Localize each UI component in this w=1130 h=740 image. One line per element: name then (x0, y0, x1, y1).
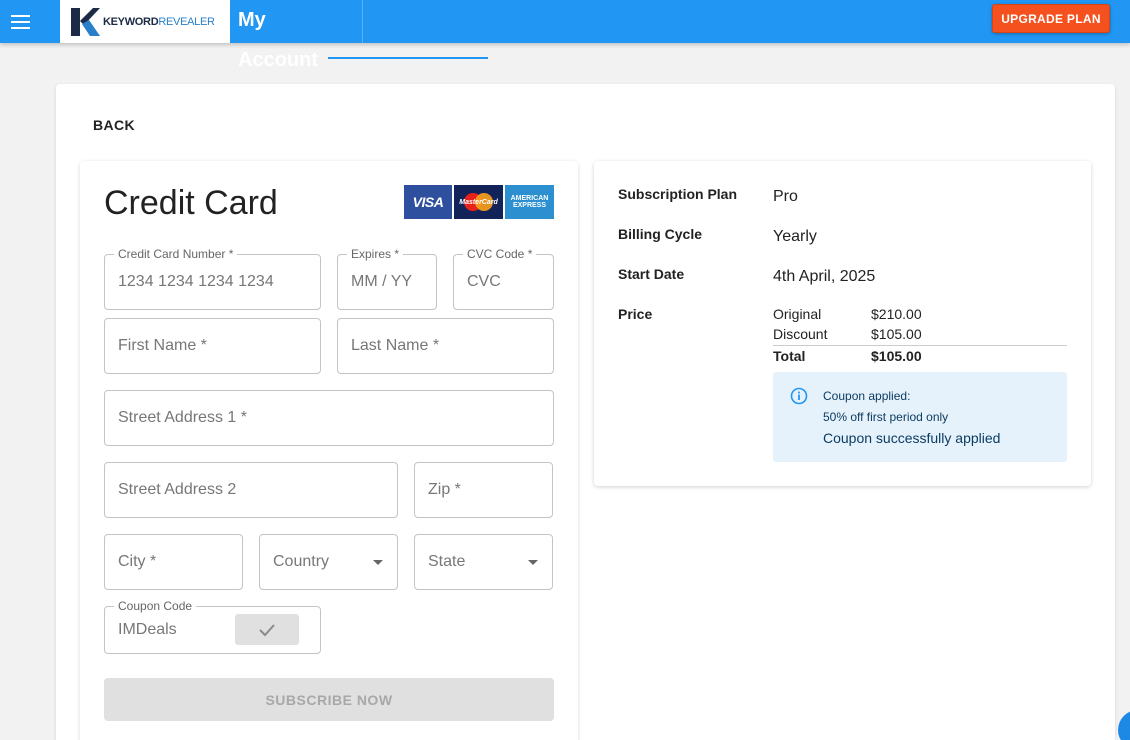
amex-logo-icon: AMERICAN EXPRESS (505, 185, 554, 219)
total-value: $105.00 (871, 348, 922, 364)
coupon-code-value: IMDeals (118, 621, 177, 638)
card-number-field[interactable]: Credit Card Number * 1234 1234 1234 1234 (104, 247, 321, 310)
coupon-offer-text: 50% off first period only (823, 410, 949, 424)
cvc-label: CVC Code * (463, 247, 537, 261)
state-select[interactable]: State (414, 534, 553, 590)
logo[interactable]: KEYWORDREVEALER (60, 0, 230, 43)
discount-value: $105.00 (871, 326, 922, 342)
last-name-field[interactable]: Last Name * (337, 318, 554, 374)
logo-text: KEYWORDREVEALER (103, 15, 215, 28)
page-title: My Account (238, 0, 363, 71)
start-date-label: Start Date (618, 266, 685, 282)
discount-label: Discount (773, 326, 828, 342)
chevron-down-icon (373, 560, 383, 565)
card-number-label: Credit Card Number * (114, 247, 238, 261)
street-address-2-field[interactable]: Street Address 2 (104, 462, 398, 518)
cvc-placeholder: CVC (467, 273, 501, 290)
start-date-value: 4th April, 2025 (773, 268, 876, 285)
menu-icon[interactable] (0, 0, 40, 43)
total-label: Total (773, 348, 806, 364)
billing-cycle-label: Billing Cycle (618, 226, 703, 242)
plan-label: Subscription Plan (618, 186, 738, 202)
price-divider (773, 345, 1067, 346)
last-name-placeholder: Last Name * (351, 337, 440, 354)
street-address-2-placeholder: Street Address 2 (118, 481, 237, 498)
expires-field[interactable]: Expires * MM / YY (337, 247, 437, 310)
city-field[interactable]: City * (104, 534, 243, 590)
zip-placeholder: Zip * (428, 481, 461, 498)
chat-button[interactable] (1118, 710, 1130, 740)
form-title: Credit Card (104, 184, 278, 222)
chevron-down-icon (528, 560, 538, 565)
tab-indicator (328, 57, 488, 59)
first-name-field[interactable]: First Name * (104, 318, 321, 374)
expires-placeholder: MM / YY (351, 273, 413, 290)
first-name-placeholder: First Name * (118, 337, 207, 354)
visa-logo-icon: VISA (404, 185, 452, 219)
price-label: Price (618, 306, 653, 322)
country-select[interactable]: Country (259, 534, 398, 590)
billing-cycle-value: Yearly (773, 228, 817, 245)
coupon-applied-text: Coupon applied: (823, 389, 911, 403)
original-price-label: Original (773, 306, 822, 322)
back-button[interactable]: BACK (93, 117, 135, 133)
plan-value: Pro (773, 188, 798, 205)
cvc-field[interactable]: CVC Code * CVC (453, 247, 554, 310)
street-address-1-placeholder: Street Address 1 * (118, 409, 247, 426)
city-placeholder: City * (118, 553, 157, 570)
keyword-revealer-logo-icon (71, 7, 100, 36)
upgrade-plan-button[interactable]: UPGRADE PLAN (992, 4, 1110, 33)
coupon-success-text: Coupon successfully applied (823, 430, 1001, 446)
card-number-placeholder: 1234 1234 1234 1234 (118, 273, 274, 290)
country-placeholder: Country (273, 553, 330, 570)
coupon-code-field[interactable]: Coupon Code IMDeals (104, 599, 321, 654)
subscribe-now-button[interactable]: SUBSCRIBE NOW (104, 678, 554, 721)
street-address-1-field[interactable]: Street Address 1 * (104, 390, 554, 446)
zip-field[interactable]: Zip * (414, 462, 553, 518)
check-icon (259, 623, 275, 636)
original-price-value: $210.00 (871, 306, 922, 322)
apply-coupon-button[interactable] (235, 614, 299, 645)
info-icon (790, 387, 808, 405)
expires-label: Expires * (347, 247, 404, 261)
coupon-code-label: Coupon Code (114, 599, 197, 613)
state-placeholder: State (428, 553, 466, 570)
mastercard-logo-icon: MasterCard (454, 185, 503, 219)
